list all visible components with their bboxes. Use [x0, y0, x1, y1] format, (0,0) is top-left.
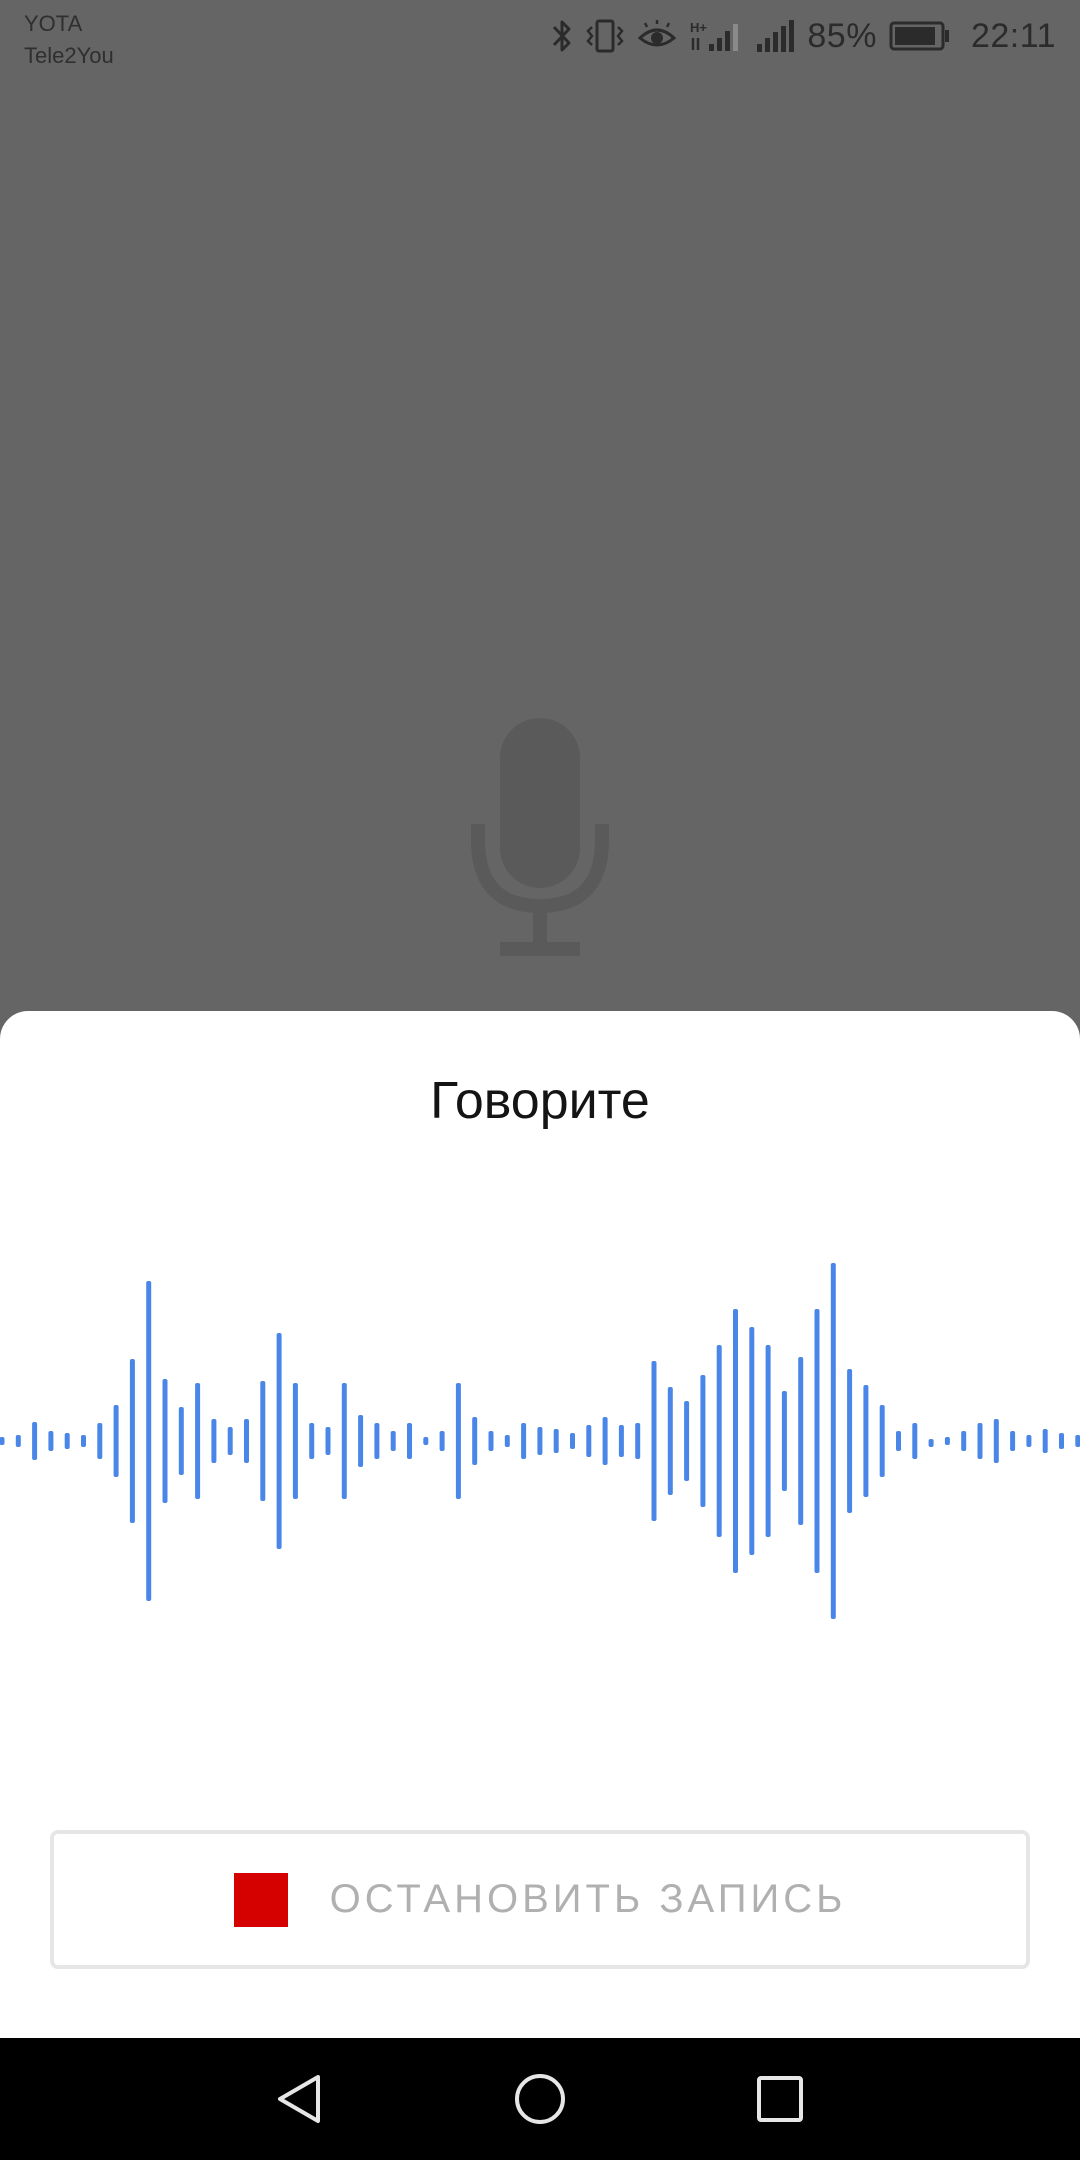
carrier-2: Tele2You — [24, 43, 114, 68]
waveform-bar — [341, 1383, 347, 1499]
waveform-bar — [602, 1417, 608, 1465]
waveform-bar — [64, 1433, 70, 1449]
waveform-bar — [129, 1359, 135, 1523]
waveform-bar — [178, 1407, 184, 1475]
waveform-bar — [830, 1263, 836, 1619]
waveform-bar — [716, 1345, 722, 1537]
stop-square-icon — [233, 1872, 288, 1927]
waveform-bar — [195, 1383, 201, 1499]
carrier-1: YOTA — [24, 11, 83, 36]
waveform-bar — [879, 1405, 885, 1477]
waveform-bar — [1075, 1435, 1080, 1447]
waveform-bar — [993, 1419, 999, 1463]
waveform-bar — [635, 1423, 641, 1459]
waveform-bar — [733, 1309, 738, 1573]
navigation-bar — [0, 2038, 1080, 2160]
clock: 22:11 — [970, 16, 1056, 55]
status-icons: H+ 85% 22:11 — [551, 14, 1056, 58]
waveform-bar — [896, 1431, 901, 1451]
waveform-bar — [570, 1433, 575, 1449]
back-triangle-icon[interactable] — [265, 2064, 335, 2134]
waveform-bar — [553, 1429, 559, 1453]
waveform-bar — [15, 1435, 21, 1447]
mobile-data-hplus-signal-icon: H+ — [689, 18, 743, 54]
waveform-bar — [244, 1419, 249, 1463]
battery-icon — [889, 21, 951, 51]
waveform-bar — [146, 1281, 152, 1601]
waveform-bar — [618, 1425, 624, 1457]
waveform-bar — [309, 1423, 315, 1459]
waveform-bar — [162, 1379, 168, 1503]
battery-percent: 85% — [807, 16, 877, 55]
waveform-bar — [325, 1427, 331, 1455]
waveform-bar — [1026, 1435, 1032, 1447]
waveform-bar — [358, 1415, 364, 1467]
waveform-bar — [113, 1405, 119, 1477]
waveform-bar — [97, 1423, 103, 1459]
waveform-bar — [81, 1435, 86, 1447]
voice-input-screen: YOTA Tele2You H+ 85% 22:11 Говорите ОСТА… — [0, 0, 1080, 2160]
stop-recording-label: ОСТАНОВИТЬ ЗАПИСЬ — [329, 1877, 847, 1921]
home-circle-icon[interactable] — [505, 2064, 575, 2134]
waveform-bar — [537, 1427, 543, 1455]
waveform-bar — [521, 1423, 527, 1459]
voice-input-sheet: Говорите ОСТАНОВИТЬ ЗАПИСЬ — [0, 1011, 1080, 2038]
waveform-bar — [211, 1419, 217, 1463]
audio-waveform — [0, 1263, 1080, 1619]
vibrate-icon — [585, 18, 625, 54]
waveform-bar — [863, 1385, 869, 1497]
svg-text:H+: H+ — [690, 20, 707, 35]
speak-prompt-title: Говорите — [430, 1072, 650, 1130]
waveform-bar — [684, 1401, 690, 1481]
waveform-bar — [700, 1375, 706, 1507]
waveform-bar — [292, 1383, 298, 1499]
waveform-bar — [944, 1437, 950, 1445]
waveform-bar — [798, 1357, 804, 1525]
waveform-bar — [586, 1425, 592, 1457]
waveform-bar — [276, 1333, 282, 1549]
microphone-icon — [470, 716, 610, 960]
waveform-bar — [912, 1423, 918, 1459]
waveform-bar — [260, 1381, 266, 1501]
waveform-bar — [390, 1431, 396, 1451]
waveform-bar — [847, 1369, 853, 1513]
waveform-bar — [227, 1427, 233, 1455]
waveform-bar — [488, 1431, 494, 1451]
waveform-bar — [961, 1431, 967, 1451]
status-bar: YOTA Tele2You H+ 85% 22:11 — [0, 0, 1080, 72]
bluetooth-icon — [551, 18, 573, 54]
waveform-bar — [407, 1423, 412, 1459]
waveform-bar — [749, 1327, 755, 1555]
waveform-bar — [374, 1423, 380, 1459]
waveform-bar — [667, 1387, 673, 1495]
waveform-bar — [48, 1431, 54, 1451]
carrier-names: YOTA Tele2You — [24, 8, 114, 72]
waveform-bar — [1059, 1433, 1064, 1449]
waveform-bar — [472, 1417, 478, 1465]
waveform-bar — [1010, 1431, 1016, 1451]
waveform-bar — [765, 1345, 771, 1537]
waveform-bar — [455, 1383, 461, 1499]
waveform-bar — [814, 1309, 820, 1573]
recents-square-icon[interactable] — [745, 2064, 815, 2134]
waveform-bar — [423, 1437, 429, 1445]
waveform-bar — [651, 1361, 657, 1521]
waveform-bar — [977, 1423, 983, 1459]
waveform-bar — [928, 1439, 934, 1447]
eye-comfort-icon — [637, 18, 677, 54]
stop-recording-button[interactable]: ОСТАНОВИТЬ ЗАПИСЬ — [50, 1830, 1030, 1969]
waveform-bar — [1042, 1429, 1048, 1453]
waveform-bar — [0, 1437, 5, 1445]
waveform-bar — [32, 1422, 38, 1460]
waveform-bar — [781, 1391, 787, 1491]
waveform-bar — [504, 1435, 510, 1447]
cellular-signal-icon — [755, 18, 795, 54]
waveform-bar — [439, 1431, 445, 1451]
